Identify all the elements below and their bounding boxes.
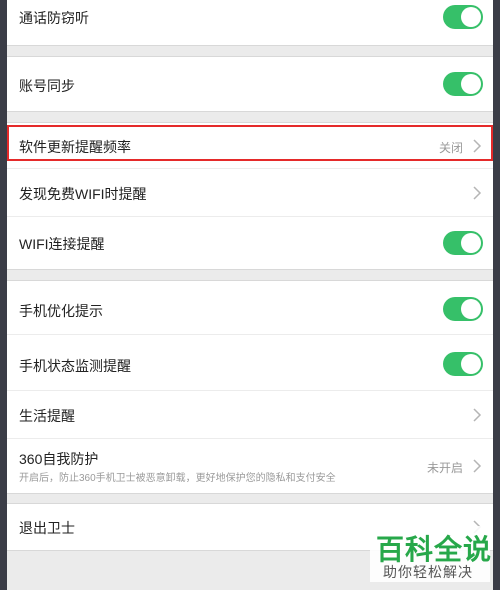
setting-self-protect[interactable]: 360自我防护 开启后，防止360手机卫士被恶意卸载，更好地保护您的隐私和支付安… — [7, 439, 493, 493]
setting-phone-status-monitor[interactable]: 手机状态监测提醒 — [7, 335, 493, 391]
setting-label: 账号同步 — [19, 78, 75, 94]
toggle-knob — [461, 299, 481, 319]
setting-label: 软件更新提醒频率 — [19, 139, 131, 155]
setting-label: 生活提醒 — [19, 408, 75, 424]
toggle-knob — [461, 7, 481, 27]
chevron-right-icon — [473, 139, 482, 153]
settings-group-phone: 手机优化提示 手机状态监测提醒 生活提醒 360自我防护 开启后，防止360手机… — [7, 280, 493, 494]
setting-phone-optimize-tips[interactable]: 手机优化提示 — [7, 281, 493, 335]
settings-panel: 通话防窃听 账号同步 软件更新提醒频率 关闭 发现免费WIFI时提醒 WIFI连… — [7, 0, 493, 590]
phone-status-toggle[interactable] — [443, 352, 483, 376]
settings-group-account: 账号同步 — [7, 56, 493, 112]
setting-update-reminder-frequency[interactable]: 软件更新提醒频率 关闭 — [7, 123, 493, 169]
chevron-right-icon — [473, 408, 482, 422]
chevron-right-icon — [473, 459, 482, 473]
setting-life-reminder[interactable]: 生活提醒 — [7, 391, 493, 439]
call-protection-toggle[interactable] — [443, 5, 483, 29]
toggle-knob — [461, 233, 481, 253]
setting-label: 发现免费WIFI时提醒 — [19, 186, 147, 202]
wifi-connect-toggle[interactable] — [443, 231, 483, 255]
settings-group-update-wifi: 软件更新提醒频率 关闭 发现免费WIFI时提醒 WIFI连接提醒 — [7, 122, 493, 270]
toggle-knob — [461, 74, 481, 94]
setting-account-sync[interactable]: 账号同步 — [7, 57, 493, 111]
account-sync-toggle[interactable] — [443, 72, 483, 96]
setting-label: 通话防窃听 — [19, 10, 89, 26]
watermark-subtitle: 助你轻松解决 — [383, 564, 473, 580]
setting-label: 退出卫士 — [19, 520, 75, 536]
setting-label: 手机优化提示 — [19, 303, 103, 319]
settings-group-call: 通话防窃听 — [7, 0, 493, 46]
chevron-right-icon — [473, 186, 482, 200]
setting-label: WIFI连接提醒 — [19, 236, 105, 252]
setting-wifi-connect-reminder[interactable]: WIFI连接提醒 — [7, 217, 493, 269]
watermark: 百科全说 助你轻松解决 — [370, 526, 491, 582]
setting-value: 关闭 — [438, 141, 463, 155]
setting-label: 360自我防护 — [19, 451, 99, 467]
phone-optimize-toggle[interactable] — [443, 297, 483, 321]
toggle-knob — [461, 354, 481, 374]
setting-value: 未开启 — [426, 461, 463, 475]
setting-call-protection[interactable]: 通话防窃听 — [7, 0, 493, 42]
setting-description: 开启后，防止360手机卫士被恶意卸载，更好地保护您的隐私和支付安全 — [19, 473, 336, 484]
setting-free-wifi-reminder[interactable]: 发现免费WIFI时提醒 — [7, 169, 493, 217]
setting-label: 手机状态监测提醒 — [19, 358, 131, 374]
